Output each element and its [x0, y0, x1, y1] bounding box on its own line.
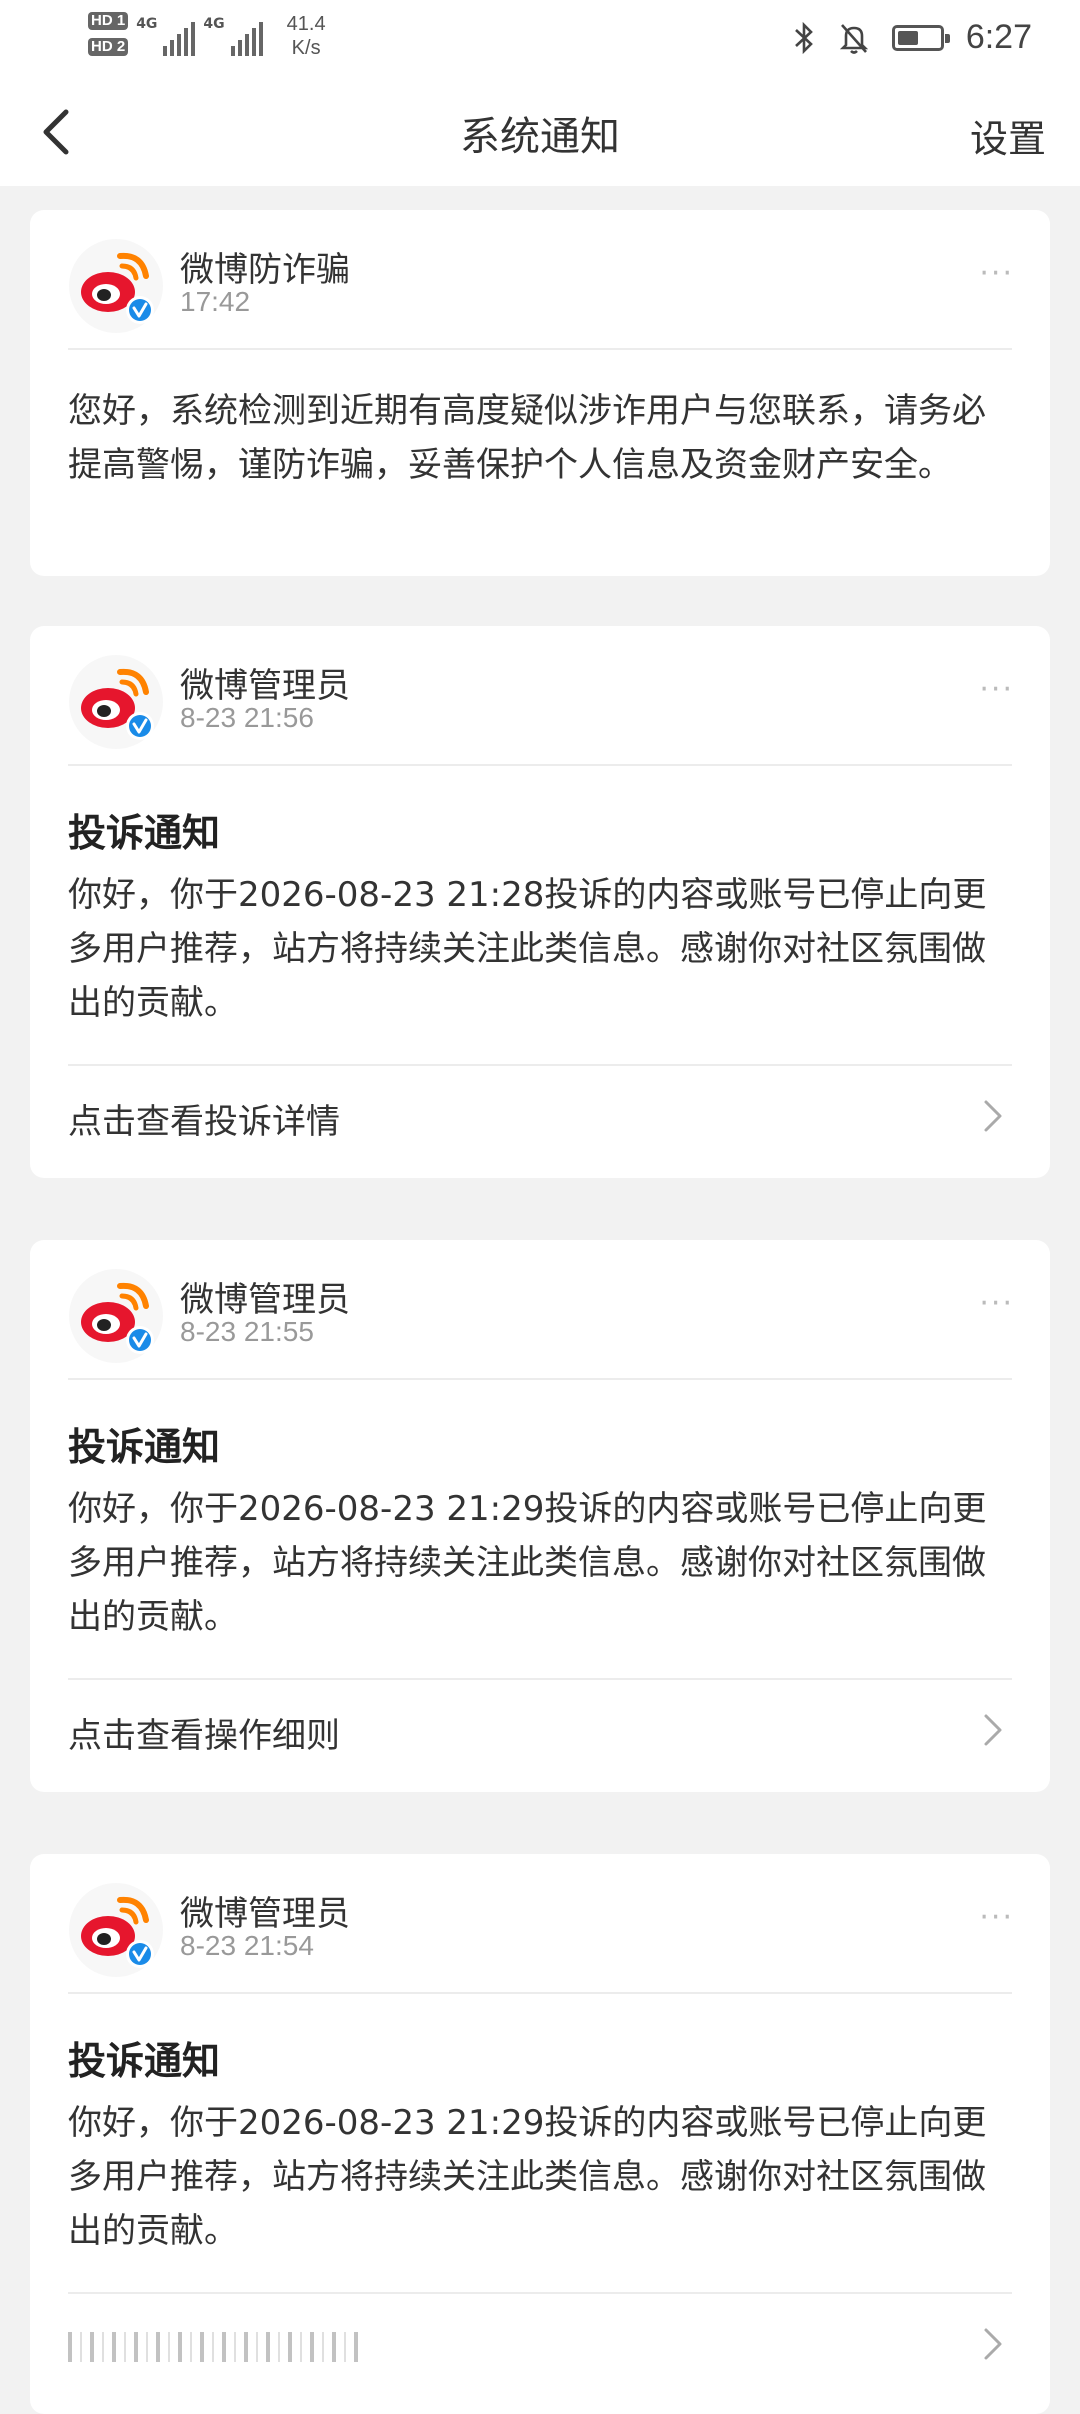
- link-label: 点击查看操作细则: [68, 1716, 340, 1756]
- notification-card[interactable]: 微博防诈骗 17:42 ··· 您好，系统检测到近期有高度疑似涉诈用户与您联系，…: [30, 210, 1050, 576]
- avatar[interactable]: [68, 1882, 164, 1978]
- status-right: 6:27: [792, 18, 1032, 57]
- page-title: 系统通知: [460, 114, 620, 160]
- signal-1-icon: 4G: [136, 16, 196, 56]
- status-left: HD 1 HD 2 4G 4G 41.4 K/s: [88, 12, 326, 60]
- view-details-link[interactable]: 点击查看投诉详情: [68, 1066, 1012, 1166]
- view-rules-link[interactable]: 点击查看操作细则: [68, 1680, 1012, 1780]
- hd2-badge: HD 2: [88, 38, 129, 56]
- notification-body: 您好，系统检测到近期有高度疑似涉诈用户与您联系，请务必提高警惕，谨防诈骗，妥善保…: [68, 391, 986, 485]
- card-header: 微博管理员 8-23 21:54 ···: [30, 1854, 1050, 1994]
- speed-unit: K/s: [291, 37, 321, 59]
- divider: [68, 1992, 1012, 1994]
- hd1-badge: HD 1: [88, 12, 129, 30]
- timestamp: 8-23 21:55: [180, 1316, 314, 1347]
- notification-card[interactable]: 微博管理员 8-23 21:56 ··· 投诉通知 你好，你于2026-08-2…: [30, 626, 1050, 1178]
- more-options-icon[interactable]: ···: [979, 1286, 1014, 1321]
- notification-card[interactable]: 微博管理员 8-23 21:54 ··· 投诉通知 你好，你于2026-08-2…: [30, 1854, 1050, 2414]
- settings-button[interactable]: 设置: [970, 108, 1046, 163]
- notice-title: 投诉通知: [68, 2039, 221, 2083]
- notice-title: 投诉通知: [68, 811, 221, 855]
- mute-bell-icon: [839, 23, 868, 54]
- network-type-1: 4G: [136, 16, 158, 32]
- notice-title: 投诉通知: [68, 1425, 221, 1469]
- bluetooth-icon: [794, 21, 813, 54]
- more-options-icon[interactable]: ···: [979, 1900, 1014, 1935]
- divider: [68, 1378, 1012, 1380]
- status-bar: HD 1 HD 2 4G 4G 41.4 K/s 6:27: [0, 0, 1080, 80]
- card-header: 微博防诈骗 17:42 ···: [30, 210, 1050, 350]
- sender-name[interactable]: 微博管理员: [180, 1886, 350, 1935]
- network-speed: 41.4 K/s: [287, 12, 326, 60]
- timestamp: 17:42: [180, 286, 251, 317]
- avatar[interactable]: [68, 1268, 164, 1364]
- divider: [68, 348, 1012, 350]
- notification-body: 你好，你于2026-08-23 21:28投诉的内容或账号已停止向更多用户推荐，…: [68, 875, 987, 1023]
- status-time: 6:27: [965, 18, 1032, 56]
- chevron-right-icon: [984, 1714, 1002, 1746]
- divider: [68, 764, 1012, 766]
- timestamp: 8-23 21:56: [180, 702, 314, 733]
- nav-bar: 系统通知 设置: [0, 80, 1080, 186]
- link-row[interactable]: [68, 2294, 1012, 2394]
- notification-body: 你好，你于2026-08-23 21:29投诉的内容或账号已停止向更多用户推荐，…: [68, 1489, 987, 1637]
- chevron-right-icon: [984, 1100, 1002, 1132]
- signal-2-icon: 4G: [203, 16, 263, 56]
- chevron-right-icon: [984, 2328, 1002, 2360]
- avatar[interactable]: [68, 238, 164, 334]
- card-header: 微博管理员 8-23 21:56 ···: [30, 626, 1050, 766]
- avatar[interactable]: [68, 654, 164, 750]
- cut-off-link-text: [68, 2332, 358, 2362]
- speed-value: 41.4: [286, 13, 326, 35]
- card-header: 微博管理员 8-23 21:55 ···: [30, 1240, 1050, 1380]
- network-type-2: 4G: [203, 16, 225, 32]
- notification-body: 你好，你于2026-08-23 21:29投诉的内容或账号已停止向更多用户推荐，…: [68, 2103, 987, 2251]
- sender-name[interactable]: 微博防诈骗: [180, 242, 350, 291]
- more-options-icon[interactable]: ···: [979, 256, 1014, 291]
- notification-card[interactable]: 微博管理员 8-23 21:55 ··· 投诉通知 你好，你于2026-08-2…: [30, 1240, 1050, 1792]
- more-options-icon[interactable]: ···: [979, 672, 1014, 707]
- timestamp: 8-23 21:54: [180, 1930, 314, 1961]
- link-label: 点击查看投诉详情: [68, 1102, 340, 1142]
- battery-icon: [891, 24, 950, 51]
- sender-name[interactable]: 微博管理员: [180, 1272, 350, 1321]
- sender-name[interactable]: 微博管理员: [180, 658, 350, 707]
